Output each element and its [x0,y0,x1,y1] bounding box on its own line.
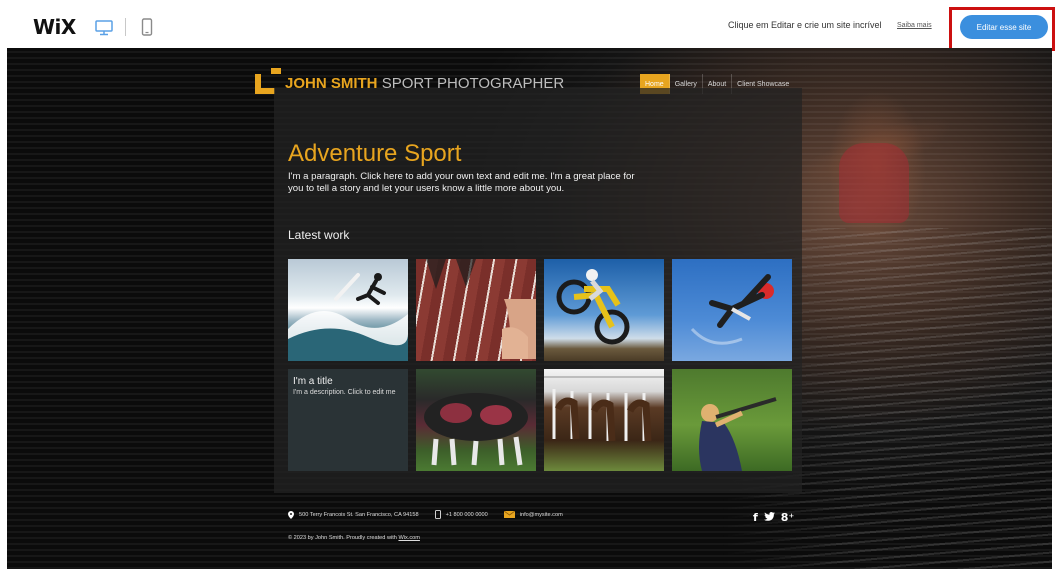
twitter-icon[interactable] [763,511,775,524]
shooter-illustration [699,397,777,471]
surfer-illustration [288,273,408,361]
gallery-item-sprinters[interactable] [416,259,536,361]
mail-icon [503,511,515,518]
gallery-item-title: I'm a title [293,376,333,387]
gallery-item-description: I'm a description. Click to edit me [293,389,396,396]
motocross-illustration [556,269,630,345]
google-plus-icon[interactable]: 8⁺ [781,511,794,524]
location-pin-icon [288,510,294,519]
gallery-item-skydiver[interactable] [672,259,792,361]
footer-email[interactable]: info@mysite.com [503,511,563,518]
facebook-icon[interactable]: f [753,511,758,524]
learn-more-link[interactable]: Saiba mais [897,22,932,29]
footer-copyright-text: © 2023 by John Smith. Proudly created wi… [288,535,399,541]
latest-work-heading[interactable]: Latest work [288,228,349,242]
gallery-item-horse-race[interactable] [544,369,664,471]
site-logo-icon[interactable] [255,68,281,94]
footer-copyright: © 2023 by John Smith. Proudly created wi… [288,535,420,541]
gallery-item-motocross[interactable] [544,259,664,361]
footer-email-text: info@mysite.com [519,511,563,518]
intro-paragraph[interactable]: I'm a paragraph. Click here to add your … [288,171,648,195]
wix-logo[interactable]: WiX [33,15,76,39]
gallery-item-surfer[interactable] [288,259,408,361]
gallery-item-clay-shooting[interactable] [672,369,792,471]
mobile-icon[interactable] [141,18,153,41]
device-separator [125,18,126,36]
sprinters-illustration [426,259,536,359]
social-bar: f 8⁺ [753,511,794,524]
gallery-item-rugby[interactable] [416,369,536,471]
gallery-item-text[interactable]: I'm a title I'm a description. Click to … [288,369,408,471]
skydiver-illustration [690,274,774,345]
editor-topbar: WiX Clique em Editar e crie um site incr… [0,0,1060,51]
wix-link[interactable]: Wix.com [398,535,419,541]
rugby-illustration [424,393,528,466]
footer-address: 500 Terry Francois St. San Francisco, CA… [288,510,419,519]
topbar-message: Clique em Editar e crie um site incrível [728,20,882,30]
horse-race-illustration [544,376,664,442]
highlight-box [949,7,1055,51]
footer-address-text: 500 Terry Francois St. San Francisco, CA… [299,511,419,518]
desktop-icon[interactable] [95,20,113,41]
footer-phone: +1 800 000 0000 [434,510,488,519]
page-heading[interactable]: Adventure Sport [288,140,461,168]
footer-contact-row: 500 Terry Francois St. San Francisco, CA… [288,510,579,519]
footer-phone-text: +1 800 000 0000 [445,511,488,518]
phone-icon [434,510,441,519]
background-runner-top [839,143,909,223]
